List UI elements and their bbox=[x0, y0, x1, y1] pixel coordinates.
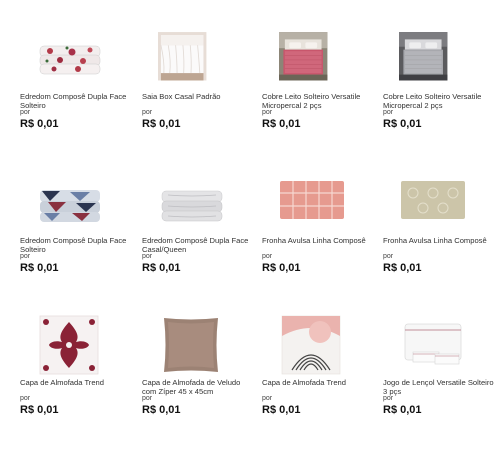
price-prefix: por bbox=[262, 253, 273, 260]
price-prefix: por bbox=[262, 109, 273, 116]
product-name[interactable]: Edredom Composê Dupla Face Casal/Queen bbox=[142, 236, 254, 254]
product-name[interactable]: Edredom Composê Dupla Face Solteiro bbox=[20, 92, 132, 110]
product-price: R$ 0,01 bbox=[262, 404, 301, 416]
pillowcase-plaid-icon[interactable] bbox=[262, 168, 352, 236]
sheet-set-icon[interactable] bbox=[383, 310, 473, 378]
product-card[interactable]: Edredom Composê Dupla Face Solteiro por … bbox=[20, 168, 135, 308]
product-name[interactable]: Cobre Leito Solteiro Versatile Microperc… bbox=[383, 92, 495, 110]
price-prefix: por bbox=[383, 109, 394, 116]
product-name[interactable]: Cobre Leito Solteiro Versatile Microperc… bbox=[262, 92, 374, 110]
product-card[interactable]: Capa de Almofada Trend por R$ 0,01 bbox=[20, 310, 135, 450]
product-name[interactable]: Capa de Almofada Trend bbox=[262, 378, 374, 387]
price-prefix: por bbox=[142, 109, 153, 116]
product-card[interactable]: Capa de Almofada Trend por R$ 0,01 bbox=[262, 310, 377, 450]
product-card[interactable]: Cobre Leito Solteiro Versatile Microperc… bbox=[262, 24, 377, 164]
product-price: R$ 0,01 bbox=[262, 262, 301, 274]
product-price: R$ 0,01 bbox=[20, 404, 59, 416]
product-price: R$ 0,01 bbox=[383, 118, 422, 130]
price-prefix: por bbox=[20, 253, 31, 260]
product-name[interactable]: Fronha Avulsa Linha Composê bbox=[383, 236, 495, 245]
cushion-velvet-icon[interactable] bbox=[142, 310, 232, 378]
price-prefix: por bbox=[142, 395, 153, 402]
price-prefix: por bbox=[20, 109, 31, 116]
folded-comforter-grey-icon[interactable] bbox=[142, 168, 232, 236]
price-prefix: por bbox=[383, 253, 394, 260]
price-prefix: por bbox=[142, 253, 153, 260]
pillowcase-damask-icon[interactable] bbox=[383, 168, 473, 236]
product-card[interactable]: Saia Box Casal Padrão por R$ 0,01 bbox=[142, 24, 257, 164]
product-name[interactable]: Capa de Almofada de Veludo com Zíper 45 … bbox=[142, 378, 254, 396]
product-price: R$ 0,01 bbox=[20, 262, 59, 274]
bed-skirt-icon[interactable] bbox=[158, 24, 224, 90]
product-price: R$ 0,01 bbox=[262, 118, 301, 130]
folded-comforter-floral-icon[interactable] bbox=[20, 24, 110, 92]
product-price: R$ 0,01 bbox=[142, 118, 181, 130]
product-card[interactable]: Fronha Avulsa Linha Composê por R$ 0,01 bbox=[262, 168, 377, 308]
folded-comforter-geometric-icon[interactable] bbox=[20, 168, 110, 236]
product-name[interactable]: Saia Box Casal Padrão bbox=[142, 92, 254, 101]
product-card[interactable]: Capa de Almofada de Veludo com Zíper 45 … bbox=[142, 310, 257, 450]
price-prefix: por bbox=[262, 395, 273, 402]
product-name[interactable]: Jogo de Lençol Versatile Solteiro 3 pçs bbox=[383, 378, 495, 396]
price-prefix: por bbox=[383, 395, 394, 402]
bedspread-grey-icon[interactable] bbox=[399, 24, 465, 90]
product-card[interactable]: Fronha Avulsa Linha Composê por R$ 0,01 bbox=[383, 168, 498, 308]
product-card[interactable]: Edredom Composê Dupla Face Solteiro por … bbox=[20, 24, 135, 164]
product-card[interactable]: Jogo de Lençol Versatile Solteiro 3 pçs … bbox=[383, 310, 498, 450]
cushion-damask-icon[interactable] bbox=[20, 310, 110, 378]
product-price: R$ 0,01 bbox=[142, 262, 181, 274]
product-price: R$ 0,01 bbox=[383, 262, 422, 274]
product-price: R$ 0,01 bbox=[383, 404, 422, 416]
cushion-arches-icon[interactable] bbox=[262, 310, 352, 378]
price-prefix: por bbox=[20, 395, 31, 402]
product-name[interactable]: Fronha Avulsa Linha Composê bbox=[262, 236, 374, 245]
product-card[interactable]: Edredom Composê Dupla Face Casal/Queen p… bbox=[142, 168, 257, 308]
product-price: R$ 0,01 bbox=[20, 118, 59, 130]
product-price: R$ 0,01 bbox=[142, 404, 181, 416]
product-name[interactable]: Edredom Composê Dupla Face Solteiro bbox=[20, 236, 132, 254]
product-card[interactable]: Cobre Leito Solteiro Versatile Microperc… bbox=[383, 24, 498, 164]
product-name[interactable]: Capa de Almofada Trend bbox=[20, 378, 132, 387]
bedspread-pink-icon[interactable] bbox=[279, 24, 345, 90]
